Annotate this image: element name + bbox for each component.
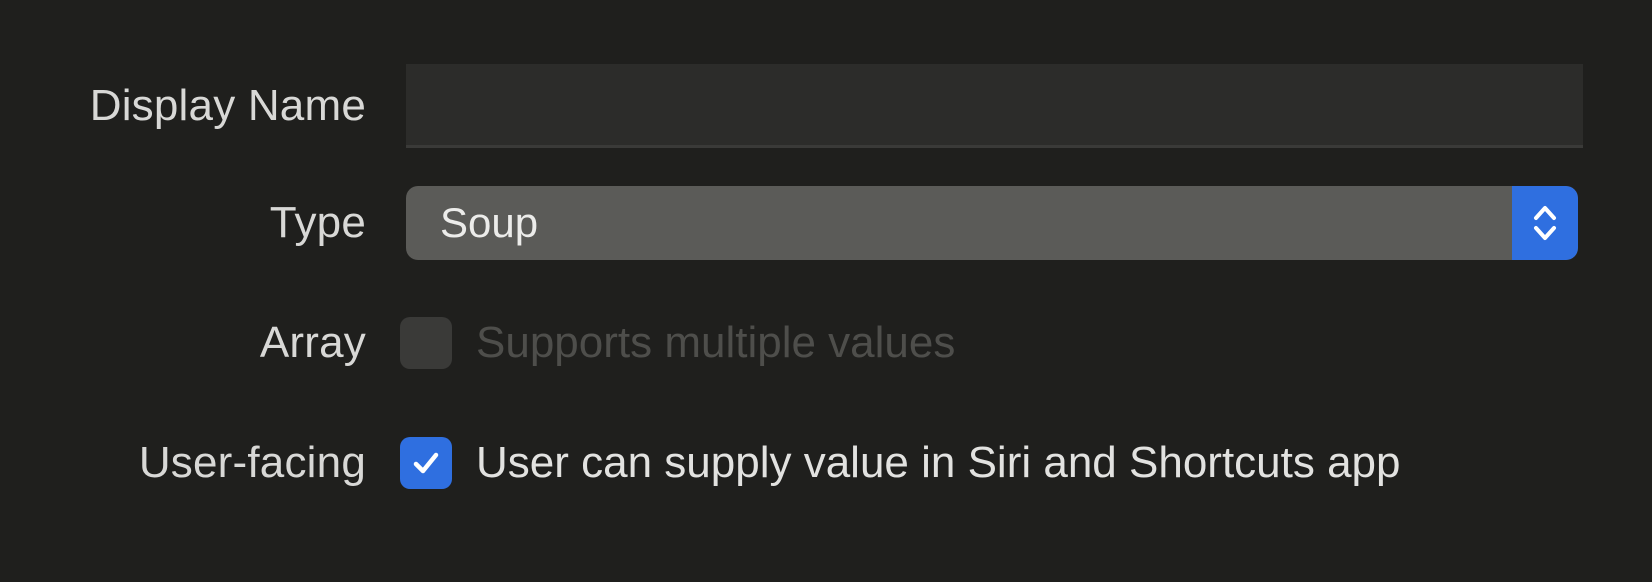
array-row: Array Supports multiple values — [0, 310, 1652, 376]
type-label: Type — [269, 198, 366, 247]
display-name-input[interactable] — [406, 64, 1583, 148]
array-label: Array — [259, 318, 366, 367]
chevron-up-down-icon — [1512, 186, 1578, 260]
type-selected-value: Soup — [440, 199, 539, 246]
parameter-inspector-panel: Display Name Type Soup Array Supports mu… — [0, 0, 1652, 582]
type-row: Type Soup — [0, 186, 1652, 260]
array-checkbox-label: Supports multiple values — [476, 318, 956, 367]
user-facing-checkbox-label: User can supply value in Siri and Shortc… — [476, 438, 1401, 487]
checkmark-icon — [413, 452, 439, 474]
user-facing-checkbox[interactable] — [400, 437, 452, 489]
user-facing-row: User-facing User can supply value in Sir… — [0, 430, 1652, 496]
array-checkbox[interactable] — [400, 317, 452, 369]
user-facing-label: User-facing — [138, 438, 366, 487]
type-popup-button[interactable]: Soup — [406, 186, 1578, 260]
display-name-row: Display Name — [0, 64, 1652, 148]
display-name-label: Display Name — [89, 81, 366, 130]
